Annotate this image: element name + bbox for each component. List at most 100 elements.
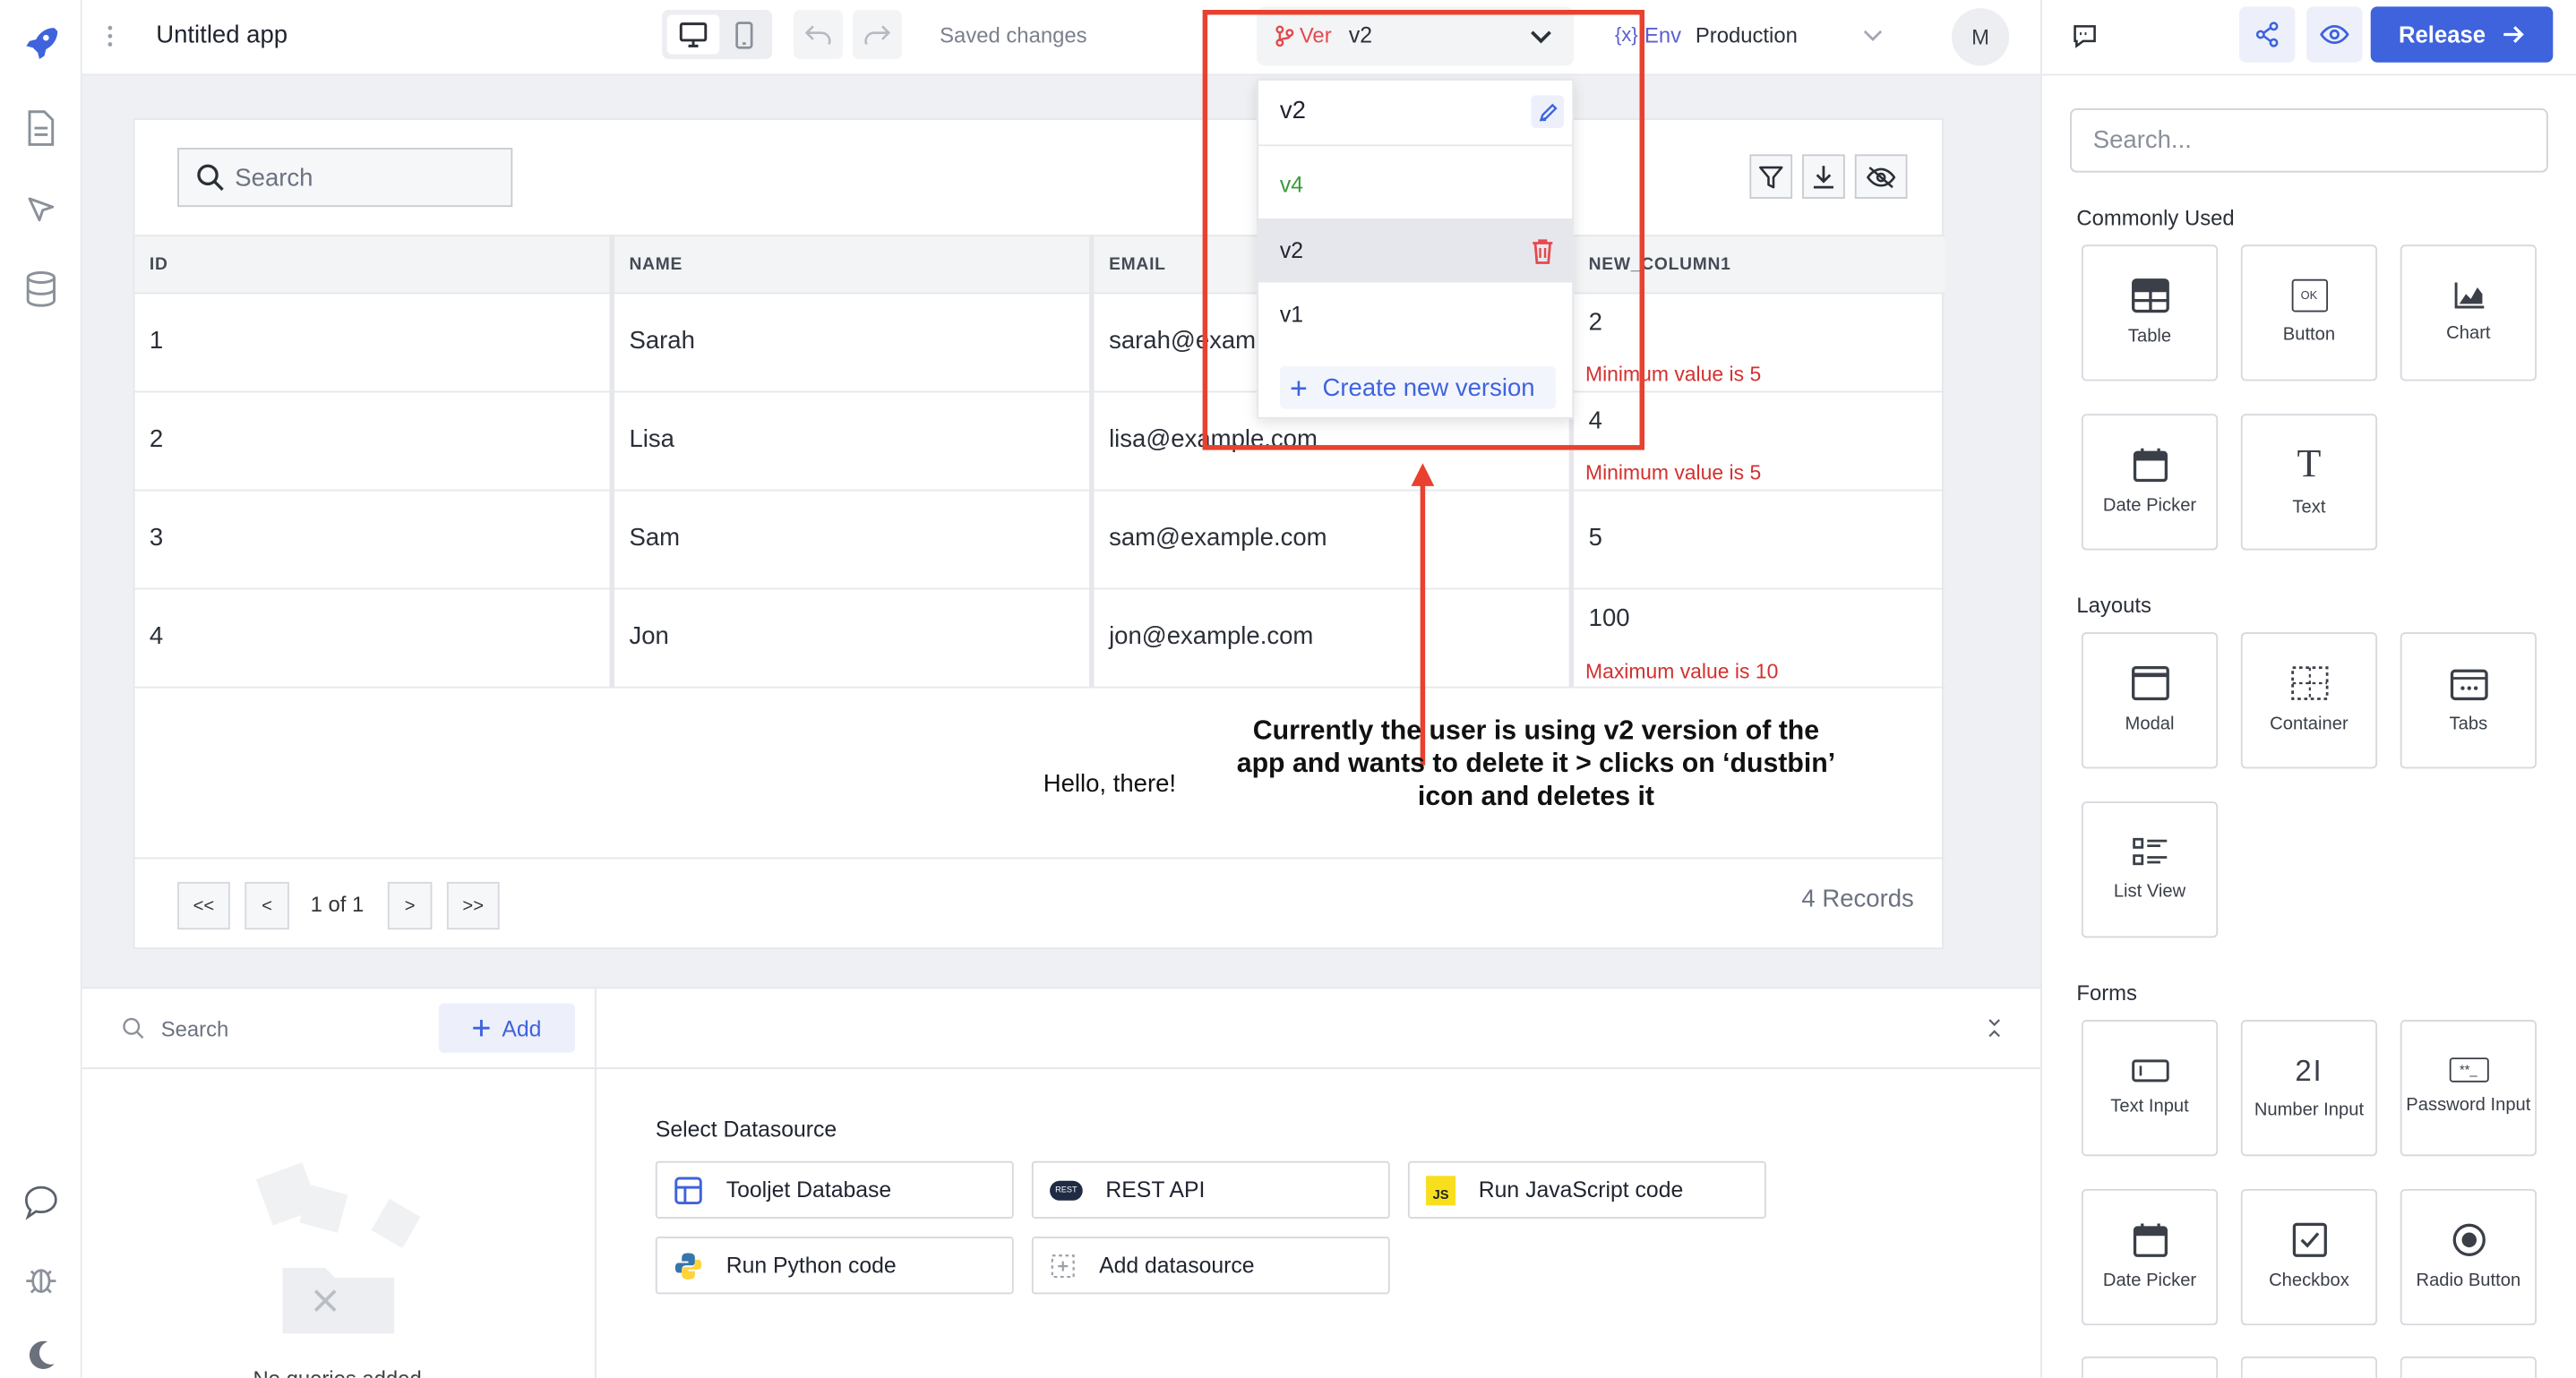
- datasource-label: Run JavaScript code: [1478, 1177, 1684, 1203]
- datasource-run-javascript[interactable]: JS Run JavaScript code: [1407, 1160, 1766, 1219]
- widget-tile-partial[interactable]: [2400, 1357, 2537, 1378]
- annotation-highlight-box: [1202, 10, 1645, 450]
- plus-icon: [474, 1020, 491, 1037]
- table-cell[interactable]: sam@example.com: [1094, 491, 1575, 590]
- widget-label: Date Picker: [2102, 495, 2197, 516]
- widget-search-input[interactable]: Search...: [2070, 108, 2548, 173]
- comments-toggle-icon[interactable]: [2068, 20, 2101, 53]
- debugger-bug-icon[interactable]: [20, 1258, 63, 1301]
- widget-list-view[interactable]: List View: [2081, 801, 2219, 938]
- collapse-panel-icon[interactable]: [1981, 1015, 2007, 1041]
- widget-container[interactable]: Container: [2240, 632, 2378, 769]
- widget-modal[interactable]: Modal: [2081, 632, 2219, 769]
- table-cell[interactable]: Lisa: [614, 392, 1095, 492]
- datasource-run-python[interactable]: Run Python code: [655, 1237, 1014, 1295]
- widget-number-input[interactable]: 2I Number Input: [2240, 1020, 2378, 1157]
- release-button[interactable]: Release: [2370, 6, 2554, 63]
- widget-label: List View: [2113, 881, 2186, 902]
- database-icon[interactable]: [21, 270, 61, 309]
- widget-label: Container: [2270, 713, 2348, 733]
- table-cell[interactable]: 3: [134, 491, 614, 590]
- widget-tile-partial[interactable]: [2240, 1357, 2378, 1378]
- pages-icon[interactable]: [21, 108, 61, 148]
- widget-text[interactable]: T Text: [2240, 414, 2378, 551]
- query-search-icon: [120, 1015, 146, 1041]
- table-search[interactable]: Search: [177, 148, 513, 208]
- datasource-tooljet-db[interactable]: Tooljet Database: [655, 1160, 1014, 1219]
- table-cell[interactable]: 5: [1574, 491, 1945, 590]
- empty-queries-illustration-icon: [246, 1153, 427, 1334]
- datasource-label: Tooljet Database: [726, 1177, 892, 1203]
- forms-heading: Forms: [2076, 980, 2137, 1006]
- pagination-last-button[interactable]: >>: [446, 881, 500, 930]
- desktop-view-icon[interactable]: [666, 14, 720, 55]
- widget-checkbox[interactable]: Checkbox: [2240, 1188, 2378, 1326]
- select-datasource-heading: Select Datasource: [655, 1117, 837, 1142]
- pagination-prev-button[interactable]: <: [245, 881, 289, 930]
- widget-password-input[interactable]: **_ Password Input: [2400, 1020, 2537, 1157]
- widget-text-input[interactable]: Text Input: [2081, 1020, 2219, 1157]
- table-cell[interactable]: 4: [134, 589, 614, 689]
- rocket-logo-icon[interactable]: [18, 20, 64, 65]
- preview-eye-icon[interactable]: [2306, 6, 2363, 63]
- tabs-icon: [2449, 668, 2487, 700]
- table-cell[interactable]: Sam: [614, 491, 1095, 590]
- hide-columns-eye-off-icon[interactable]: [1854, 154, 1908, 199]
- column-header-name[interactable]: NAME: [614, 235, 1095, 295]
- widget-chart[interactable]: Chart: [2400, 244, 2537, 381]
- add-query-label: Add: [502, 1015, 542, 1040]
- pagination-first-button[interactable]: <<: [177, 881, 230, 930]
- radio-button-icon: [2451, 1222, 2486, 1256]
- widget-label: Number Input: [2254, 1099, 2365, 1119]
- calendar-icon: [2132, 1222, 2168, 1256]
- add-datasource-icon: [1051, 1254, 1075, 1278]
- inspector-cursor-icon[interactable]: [21, 191, 61, 230]
- widget-tile-partial[interactable]: [2081, 1357, 2219, 1378]
- filter-icon[interactable]: [1749, 154, 1793, 199]
- app-title[interactable]: Untitled app: [156, 21, 288, 49]
- table-cell[interactable]: Sarah: [614, 294, 1095, 393]
- widget-table[interactable]: Table: [2081, 244, 2219, 381]
- list-view-icon: [2132, 836, 2167, 865]
- widget-tabs[interactable]: Tabs: [2400, 632, 2537, 769]
- commonly-used-heading: Commonly Used: [2076, 205, 2235, 230]
- widget-button[interactable]: OK Button: [2240, 244, 2378, 381]
- env-chevron-down-icon[interactable]: [1859, 23, 1885, 49]
- table-cell[interactable]: 2: [134, 392, 614, 492]
- undo-icon[interactable]: [793, 10, 843, 60]
- download-icon[interactable]: [1802, 154, 1845, 199]
- widget-date-picker[interactable]: Date Picker: [2081, 414, 2219, 551]
- env-current[interactable]: Production: [1696, 23, 1798, 48]
- table-cell[interactable]: jon@example.com: [1094, 589, 1575, 689]
- user-avatar[interactable]: M: [1952, 8, 2010, 66]
- table-footer-divider: [134, 857, 1945, 860]
- add-datasource[interactable]: Add datasource: [1031, 1237, 1390, 1295]
- text-input-icon: [2131, 1058, 2168, 1082]
- widget-label: Text Input: [2110, 1096, 2189, 1117]
- table-cell[interactable]: Jon: [614, 589, 1095, 689]
- dark-mode-moon-icon[interactable]: [20, 1333, 63, 1376]
- app-menu-kebab-icon[interactable]: [99, 20, 122, 53]
- comments-icon[interactable]: [18, 1179, 64, 1225]
- records-count: 4 Records: [1801, 885, 1914, 913]
- mobile-view-icon[interactable]: [723, 15, 766, 55]
- table-cell[interactable]: 1: [134, 294, 614, 393]
- share-icon[interactable]: [2238, 6, 2296, 63]
- redo-icon[interactable]: [852, 10, 902, 60]
- table-widget[interactable]: Search ID NAME EMAIL NEW_COLUMN1 1 Sarah…: [133, 118, 1945, 950]
- query-search-input[interactable]: Search: [161, 1016, 229, 1041]
- widget-label: Tabs: [2449, 713, 2488, 733]
- pagination-next-button[interactable]: >: [387, 881, 433, 930]
- column-header-id[interactable]: ID: [134, 235, 614, 295]
- rest-api-icon: REST: [1050, 1179, 1083, 1200]
- widget-radio-button[interactable]: Radio Button: [2400, 1188, 2537, 1326]
- text-icon: T: [2297, 442, 2322, 486]
- calendar-icon: [2132, 447, 2168, 482]
- datasource-rest-api[interactable]: REST REST API: [1031, 1160, 1390, 1219]
- validation-error: Maximum value is 10: [1584, 660, 1779, 684]
- widget-label: Text: [2292, 496, 2326, 517]
- widget-date-picker-form[interactable]: Date Picker: [2081, 1188, 2219, 1326]
- add-query-button[interactable]: Add: [438, 1003, 575, 1053]
- widget-label: Date Picker: [2102, 1270, 2197, 1290]
- checkbox-icon: [2291, 1221, 2327, 1256]
